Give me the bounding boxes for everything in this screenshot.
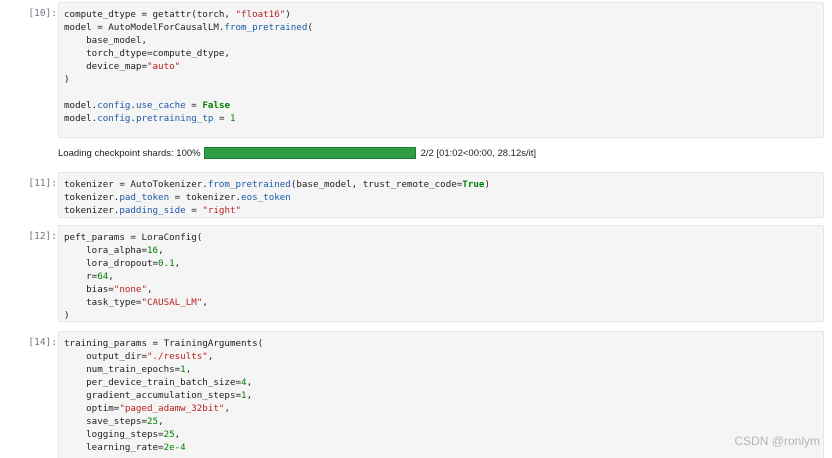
code-line: tokenizer = AutoTokenizer.from_pretraine… (64, 179, 490, 190)
code-line: lora_dropout=0.1, (64, 258, 181, 269)
cell-prompt: [11]: (28, 178, 57, 189)
cell-prompt: [10]: (28, 8, 57, 19)
cell-input[interactable]: training_params = TrainingArguments( out… (58, 331, 824, 458)
progress-bar (203, 147, 416, 159)
code-line: bias="none", (64, 284, 153, 295)
code-line: task_type="CAUSAL_LM", (64, 297, 208, 308)
code-line: output_dir="./results", (64, 351, 214, 362)
code-line: num_train_epochs=1, (64, 364, 192, 375)
cell-input[interactable]: peft_params = LoraConfig( lora_alpha=16,… (58, 225, 824, 322)
code-line: tokenizer.padding_side = "right" (64, 205, 242, 216)
code-line: ) (64, 310, 70, 321)
code-cell-11[interactable]: [11]: tokenizer = AutoTokenizer.from_pre… (0, 172, 832, 218)
progress-fill (204, 148, 415, 158)
cell-output: Loading checkpoint shards: 100% 2/2 [01:… (0, 146, 832, 162)
progress-stats: 2/2 [01:02<00:00, 28.12s/it] (420, 147, 537, 159)
progress-output: Loading checkpoint shards: 100% 2/2 [01:… (58, 146, 536, 160)
code-cell-14[interactable]: [14]: training_params = TrainingArgument… (0, 331, 832, 458)
code-line: torch_dtype=compute_dtype, (64, 48, 230, 59)
code-lines: training_params = TrainingArguments( out… (64, 337, 823, 454)
notebook: [10]: compute_dtype = getattr(torch, "fl… (0, 0, 832, 458)
code-cell-10[interactable]: [10]: compute_dtype = getattr(torch, "fl… (0, 2, 832, 138)
code-line: model = AutoModelForCausalLM.from_pretra… (64, 22, 313, 33)
code-line: r=64, (64, 271, 114, 282)
code-line: per_device_train_batch_size=4, (64, 377, 253, 388)
code-line: model.config.pretraining_tp = 1 (64, 113, 236, 124)
code-line: device_map="auto" (64, 61, 181, 72)
code-cell-12[interactable]: [12]: peft_params = LoraConfig( lora_alp… (0, 225, 832, 322)
cell-input[interactable]: tokenizer = AutoTokenizer.from_pretraine… (58, 172, 824, 218)
code-line: learning_rate=2e-4 (64, 442, 186, 453)
code-lines: compute_dtype = getattr(torch, "float16"… (64, 8, 823, 125)
code-lines: tokenizer = AutoTokenizer.from_pretraine… (64, 178, 823, 217)
code-lines: peft_params = LoraConfig( lora_alpha=16,… (64, 231, 823, 322)
code-line: compute_dtype = getattr(torch, "float16"… (64, 9, 291, 20)
cell-input[interactable]: compute_dtype = getattr(torch, "float16"… (58, 2, 824, 138)
code-line: base_model, (64, 35, 147, 46)
code-line: lora_alpha=16, (64, 245, 164, 256)
progress-label: Loading checkpoint shards: 100% (58, 147, 201, 159)
code-line: save_steps=25, (64, 416, 164, 427)
code-line: tokenizer.pad_token = tokenizer.eos_toke… (64, 192, 291, 203)
code-line: peft_params = LoraConfig( (64, 232, 203, 243)
code-line: logging_steps=25, (64, 429, 181, 440)
code-line: gradient_accumulation_steps=1, (64, 390, 253, 401)
cell-prompt: [14]: (28, 337, 57, 348)
cell-prompt: [12]: (28, 231, 57, 242)
watermark: CSDN @ronlym (734, 434, 820, 448)
code-line: training_params = TrainingArguments( (64, 338, 264, 349)
code-line: model.config.use_cache = False (64, 100, 231, 111)
code-line: ) (64, 74, 70, 85)
code-line: optim="paged_adamw_32bit", (64, 403, 230, 414)
